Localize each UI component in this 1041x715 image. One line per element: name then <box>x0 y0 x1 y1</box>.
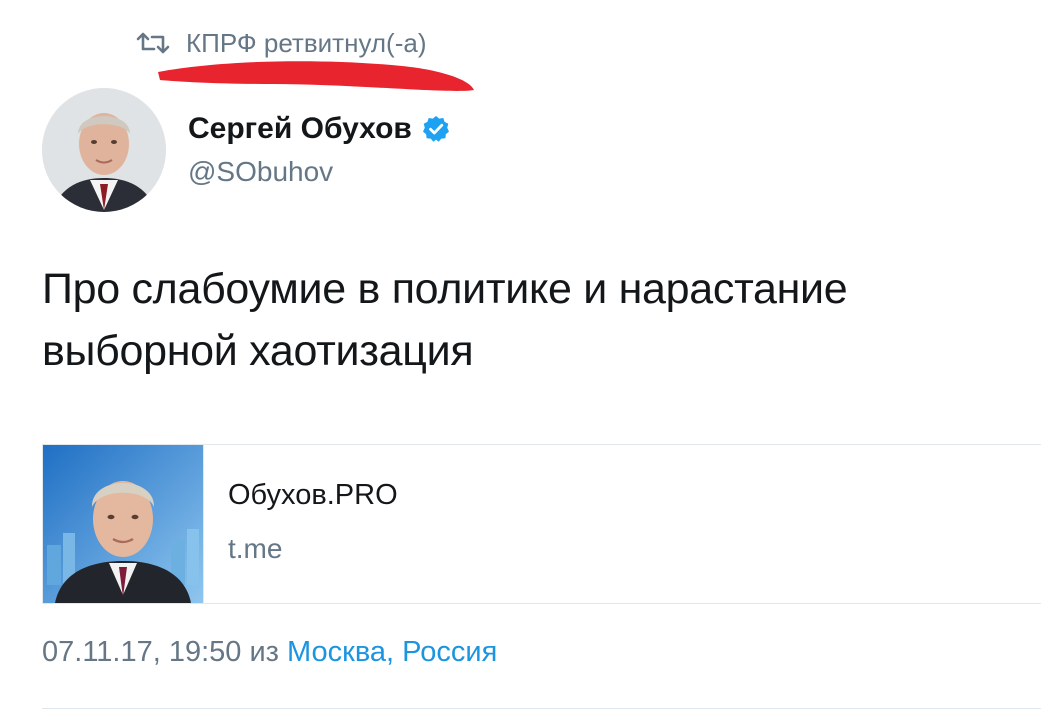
avatar-portrait <box>42 88 166 212</box>
tweet-timestamp[interactable]: 07.11.17, 19:50 <box>42 636 241 668</box>
verified-badge-icon <box>422 115 450 143</box>
author-avatar[interactable] <box>42 88 166 212</box>
card-thumbnail <box>43 445 204 603</box>
card-domain[interactable]: t.me <box>228 533 398 565</box>
link-preview-card[interactable]: Обухов.PRO t.me <box>42 444 1041 604</box>
author-handle[interactable]: @SObuhov <box>188 156 450 188</box>
meta-from-label: из <box>249 636 279 668</box>
author-name[interactable]: Сергей Обухов <box>188 112 412 146</box>
card-title[interactable]: Обухов.PRO <box>228 479 398 519</box>
tweet-text-line-2: выборной хаотизация <box>42 327 474 375</box>
tweet-text: Про слабоумие в политике и нарастание вы… <box>42 258 1002 382</box>
bottom-divider <box>42 708 1041 709</box>
tweet-location-link[interactable]: Москва, Россия <box>287 636 497 668</box>
tweet-meta: 07.11.17, 19:50 из Москва, Россия <box>42 636 497 669</box>
tweet-text-line-1: Про слабоумие в политике и нарастание <box>42 265 848 313</box>
retweet-icon <box>136 30 170 56</box>
author-block[interactable]: Сергей Обухов @SObuhov <box>188 110 450 188</box>
red-marker-redaction <box>158 61 474 91</box>
